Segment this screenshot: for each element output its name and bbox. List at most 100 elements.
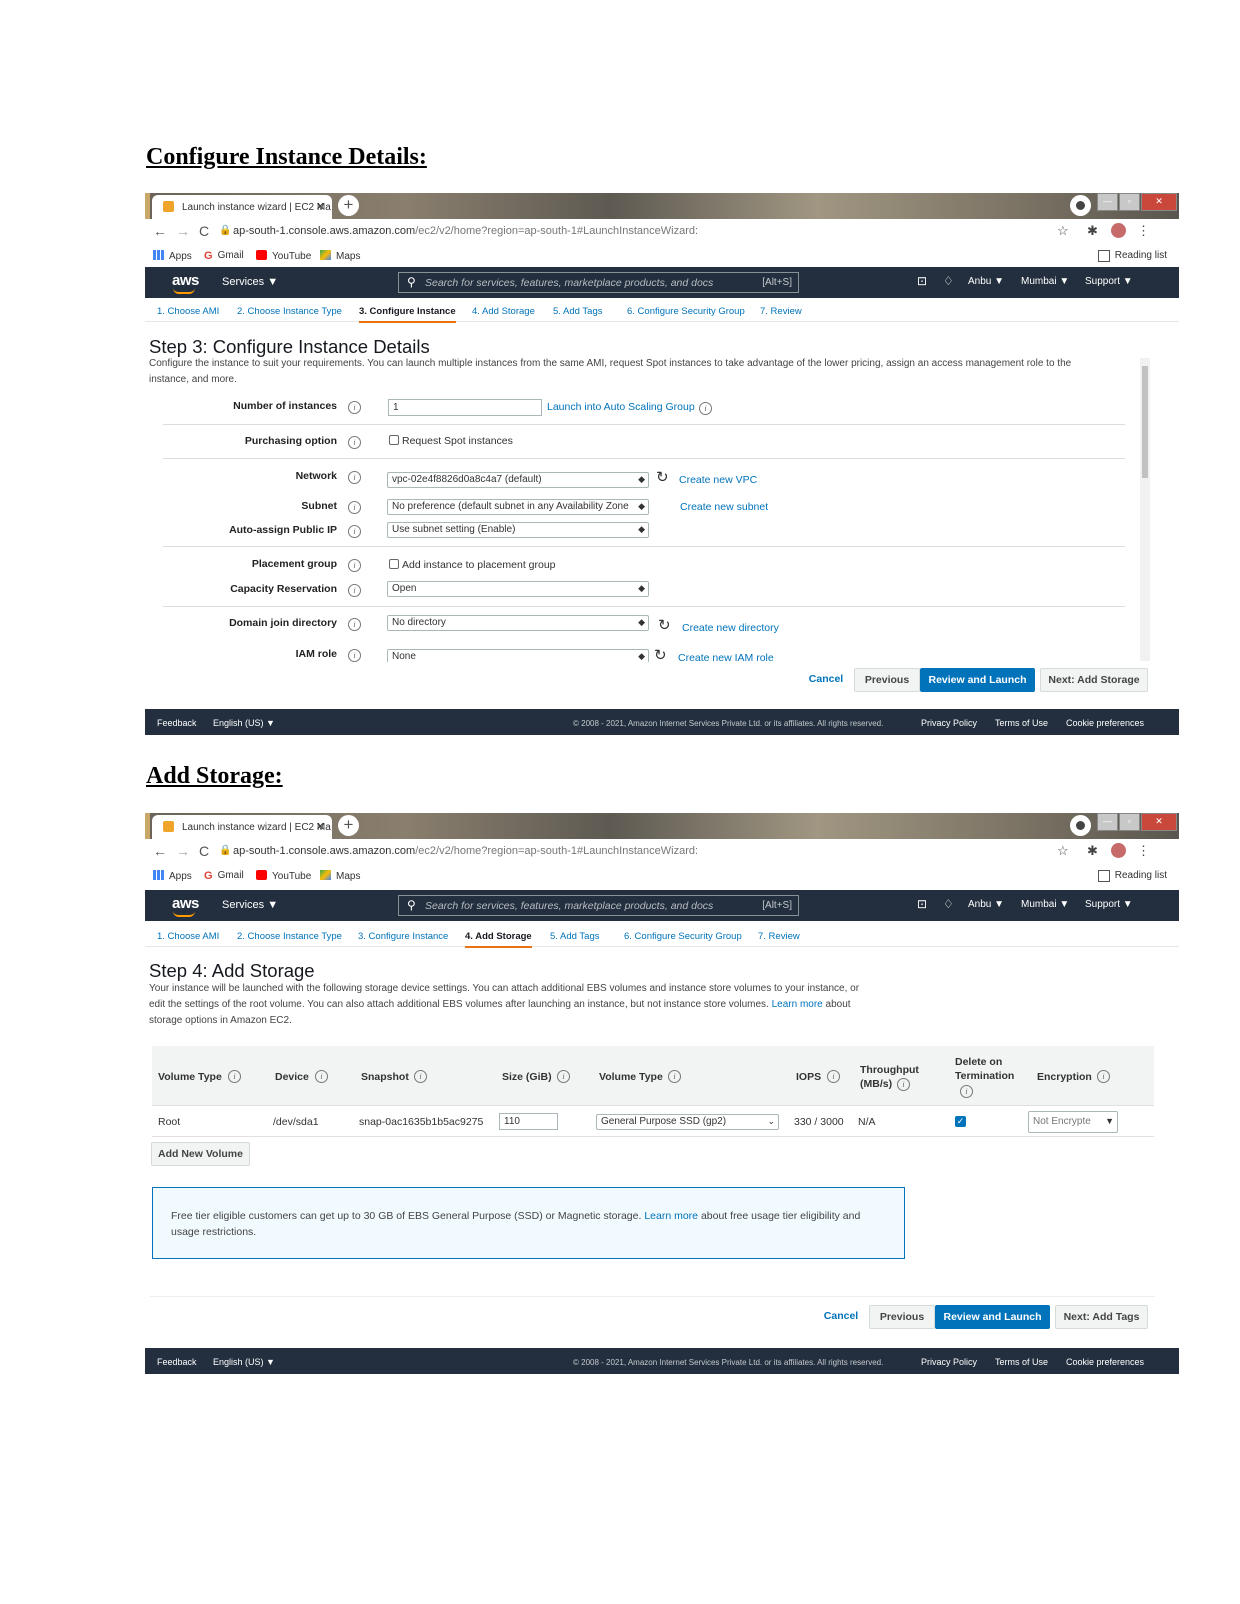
wizard-step-review[interactable]: 7. Review: [760, 306, 802, 317]
terms-link[interactable]: Terms of Use: [995, 1357, 1048, 1367]
info-icon[interactable]: i: [668, 1070, 681, 1083]
bookmark-youtube[interactable]: YouTube: [256, 250, 311, 262]
wizard-step-configure[interactable]: 3. Configure Instance: [358, 931, 448, 942]
bookmark-youtube[interactable]: YouTube: [256, 870, 311, 882]
notice-learn-more-link[interactable]: Learn more: [644, 1210, 698, 1222]
previous-button[interactable]: Previous: [869, 1305, 935, 1329]
feedback-link[interactable]: Feedback: [157, 1357, 197, 1367]
wizard-step-tags[interactable]: 5. Add Tags: [550, 931, 599, 942]
info-icon[interactable]: i: [699, 402, 712, 415]
previous-button[interactable]: Previous: [854, 668, 920, 692]
reading-list[interactable]: Reading list: [1097, 870, 1167, 882]
url-text[interactable]: ap-south-1.console.aws.amazon.com/ec2/v2…: [233, 225, 698, 237]
wizard-step-storage[interactable]: 4. Add Storage: [465, 931, 532, 948]
cancel-button[interactable]: Cancel: [801, 668, 851, 692]
wizard-step-instance-type[interactable]: 2. Choose Instance Type: [237, 306, 342, 317]
support-menu[interactable]: Support ▼: [1085, 899, 1133, 910]
user-menu[interactable]: Anbu ▼: [968, 276, 1004, 287]
info-icon[interactable]: i: [348, 584, 361, 597]
forward-icon[interactable]: →: [176, 843, 190, 859]
next-add-storage-button[interactable]: Next: Add Storage: [1040, 668, 1148, 692]
star-icon[interactable]: ☆: [1057, 223, 1069, 239]
services-menu[interactable]: Services ▼: [222, 899, 278, 911]
volume-type-select[interactable]: General Purpose SSD (gp2) ⌄: [596, 1114, 779, 1130]
cookie-link[interactable]: Cookie preferences: [1066, 1357, 1144, 1367]
feedback-link[interactable]: Feedback: [157, 718, 197, 728]
wizard-step-ami[interactable]: 1. Choose AMI: [157, 931, 219, 942]
close-window-icon[interactable]: ✕: [1140, 813, 1178, 831]
info-icon[interactable]: i: [348, 618, 361, 631]
public-ip-select[interactable]: Use subnet setting (Enable) ◆: [387, 522, 649, 538]
wizard-step-security[interactable]: 6. Configure Security Group: [624, 931, 742, 942]
record-icon[interactable]: [1070, 195, 1091, 216]
info-icon[interactable]: i: [348, 501, 361, 514]
bell-icon[interactable]: ♢: [943, 274, 954, 288]
capacity-select[interactable]: Open ◆: [387, 581, 649, 597]
info-icon[interactable]: i: [897, 1078, 910, 1091]
create-iam-link[interactable]: Create new IAM role: [678, 652, 774, 662]
add-new-volume-button[interactable]: Add New Volume: [151, 1142, 250, 1166]
create-vpc-link[interactable]: Create new VPC: [679, 474, 757, 486]
maximize-icon[interactable]: ▫: [1118, 193, 1140, 211]
network-select[interactable]: vpc-02e4f8826d0a8c4a7 (default) ◆: [387, 472, 649, 488]
info-icon[interactable]: i: [348, 559, 361, 572]
wizard-step-storage[interactable]: 4. Add Storage: [472, 306, 535, 317]
terms-link[interactable]: Terms of Use: [995, 718, 1048, 728]
privacy-link[interactable]: Privacy Policy: [921, 1357, 977, 1367]
reload-icon[interactable]: C: [199, 223, 209, 239]
menu-icon[interactable]: ⋮: [1137, 843, 1150, 859]
privacy-link[interactable]: Privacy Policy: [921, 718, 977, 728]
bookmark-apps[interactable]: Apps: [153, 250, 192, 262]
extensions-icon[interactable]: ✱: [1087, 223, 1098, 239]
refresh-icon[interactable]: ↻: [654, 646, 667, 662]
info-icon[interactable]: i: [348, 436, 361, 449]
checkbox-box[interactable]: [389, 435, 399, 445]
bookmark-gmail[interactable]: G Gmail: [204, 250, 244, 262]
info-icon[interactable]: i: [414, 1070, 427, 1083]
browser-tab[interactable]: Launch instance wizard | EC2 Ma ✕: [152, 195, 332, 219]
close-tab-icon[interactable]: ✕: [316, 200, 325, 213]
wizard-step-ami[interactable]: 1. Choose AMI: [157, 306, 219, 317]
info-icon[interactable]: i: [348, 525, 361, 538]
close-tab-icon[interactable]: ✕: [316, 820, 325, 833]
cloudshell-icon[interactable]: ⊡: [917, 274, 927, 288]
language-select[interactable]: English (US) ▼: [213, 1357, 275, 1367]
cancel-button[interactable]: Cancel: [816, 1305, 866, 1329]
browser-tab[interactable]: Launch instance wizard | EC2 Ma ✕: [152, 815, 332, 839]
menu-icon[interactable]: ⋮: [1137, 223, 1150, 239]
info-icon[interactable]: i: [348, 471, 361, 484]
next-add-tags-button[interactable]: Next: Add Tags: [1055, 1305, 1148, 1329]
wizard-step-security[interactable]: 6. Configure Security Group: [627, 306, 745, 317]
url-text[interactable]: ap-south-1.console.aws.amazon.com/ec2/v2…: [233, 845, 698, 857]
review-launch-button[interactable]: Review and Launch: [920, 668, 1035, 692]
delete-on-termination-checkbox[interactable]: ✓: [955, 1116, 966, 1127]
info-icon[interactable]: i: [315, 1070, 328, 1083]
refresh-icon[interactable]: ↻: [658, 616, 671, 634]
wizard-step-tags[interactable]: 5. Add Tags: [553, 306, 602, 317]
info-icon[interactable]: i: [348, 649, 361, 662]
info-icon[interactable]: i: [228, 1070, 241, 1083]
star-icon[interactable]: ☆: [1057, 843, 1069, 859]
cookie-link[interactable]: Cookie preferences: [1066, 718, 1144, 728]
aws-search-input[interactable]: ⚲ Search for services, features, marketp…: [398, 272, 799, 293]
bookmark-gmail[interactable]: G Gmail: [204, 870, 244, 882]
placement-checkbox[interactable]: Add instance to placement group: [389, 559, 556, 571]
domain-select[interactable]: No directory ◆: [387, 615, 649, 631]
back-icon[interactable]: ←: [153, 223, 167, 239]
encryption-select[interactable]: Not Encrypte ▼: [1028, 1111, 1118, 1133]
minimize-icon[interactable]: —: [1097, 813, 1118, 831]
new-tab-icon[interactable]: +: [338, 195, 359, 216]
record-icon[interactable]: [1070, 815, 1091, 836]
region-menu[interactable]: Mumbai ▼: [1021, 899, 1069, 910]
info-icon[interactable]: i: [827, 1070, 840, 1083]
profile-avatar[interactable]: [1111, 843, 1126, 858]
bookmark-maps[interactable]: Maps: [320, 870, 360, 882]
subnet-select[interactable]: No preference (default subnet in any Ava…: [387, 499, 649, 515]
learn-more-link[interactable]: Learn more: [772, 999, 823, 1010]
refresh-icon[interactable]: ↻: [656, 468, 669, 486]
support-menu[interactable]: Support ▼: [1085, 276, 1133, 287]
bookmark-maps[interactable]: Maps: [320, 250, 360, 262]
forward-icon[interactable]: →: [176, 223, 190, 239]
aws-search-input[interactable]: ⚲ Search for services, features, marketp…: [398, 895, 799, 916]
cloudshell-icon[interactable]: ⊡: [917, 897, 927, 911]
